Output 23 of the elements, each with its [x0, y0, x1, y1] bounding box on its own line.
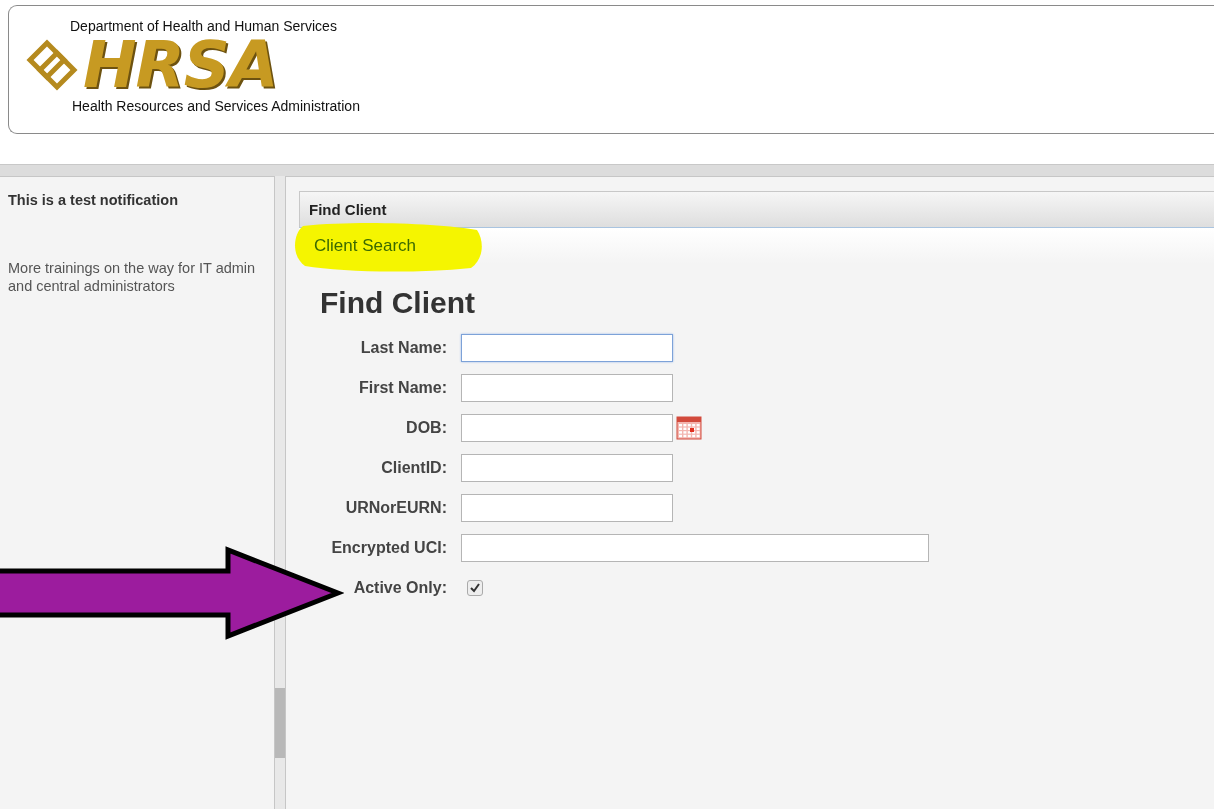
field-label: DOB:: [405, 418, 447, 438]
input-field[interactable]: [461, 534, 929, 562]
scrollbar[interactable]: [275, 176, 285, 809]
field-label: Active Only:: [352, 578, 447, 598]
logo-text: HRSA: [83, 33, 278, 97]
field-label: Encrypted UCI:: [330, 538, 447, 558]
field-label: First Name:: [357, 378, 447, 398]
input-field[interactable]: [461, 334, 673, 362]
checkbox[interactable]: [467, 580, 483, 596]
agency-name: Health Resources and Services Administration: [72, 98, 361, 114]
field-label: Last Name:: [359, 338, 447, 358]
notification-text: This is a test notification: [8, 191, 179, 210]
input-field[interactable]: [461, 494, 673, 522]
input-field[interactable]: [461, 374, 673, 402]
panel-title: Find Client: [299, 191, 1214, 228]
input-field[interactable]: [461, 414, 673, 442]
field-label: URNorEURN:: [344, 498, 447, 518]
page-heading: Find Client: [320, 286, 476, 320]
department-name: Department of Health and Human Services: [70, 18, 338, 34]
field-label: ClientID:: [380, 458, 447, 478]
input-field[interactable]: [461, 454, 673, 482]
notification-text: More trainings on the way for IT admin and central administrators: [8, 259, 257, 296]
calendar-icon[interactable]: [676, 415, 702, 441]
